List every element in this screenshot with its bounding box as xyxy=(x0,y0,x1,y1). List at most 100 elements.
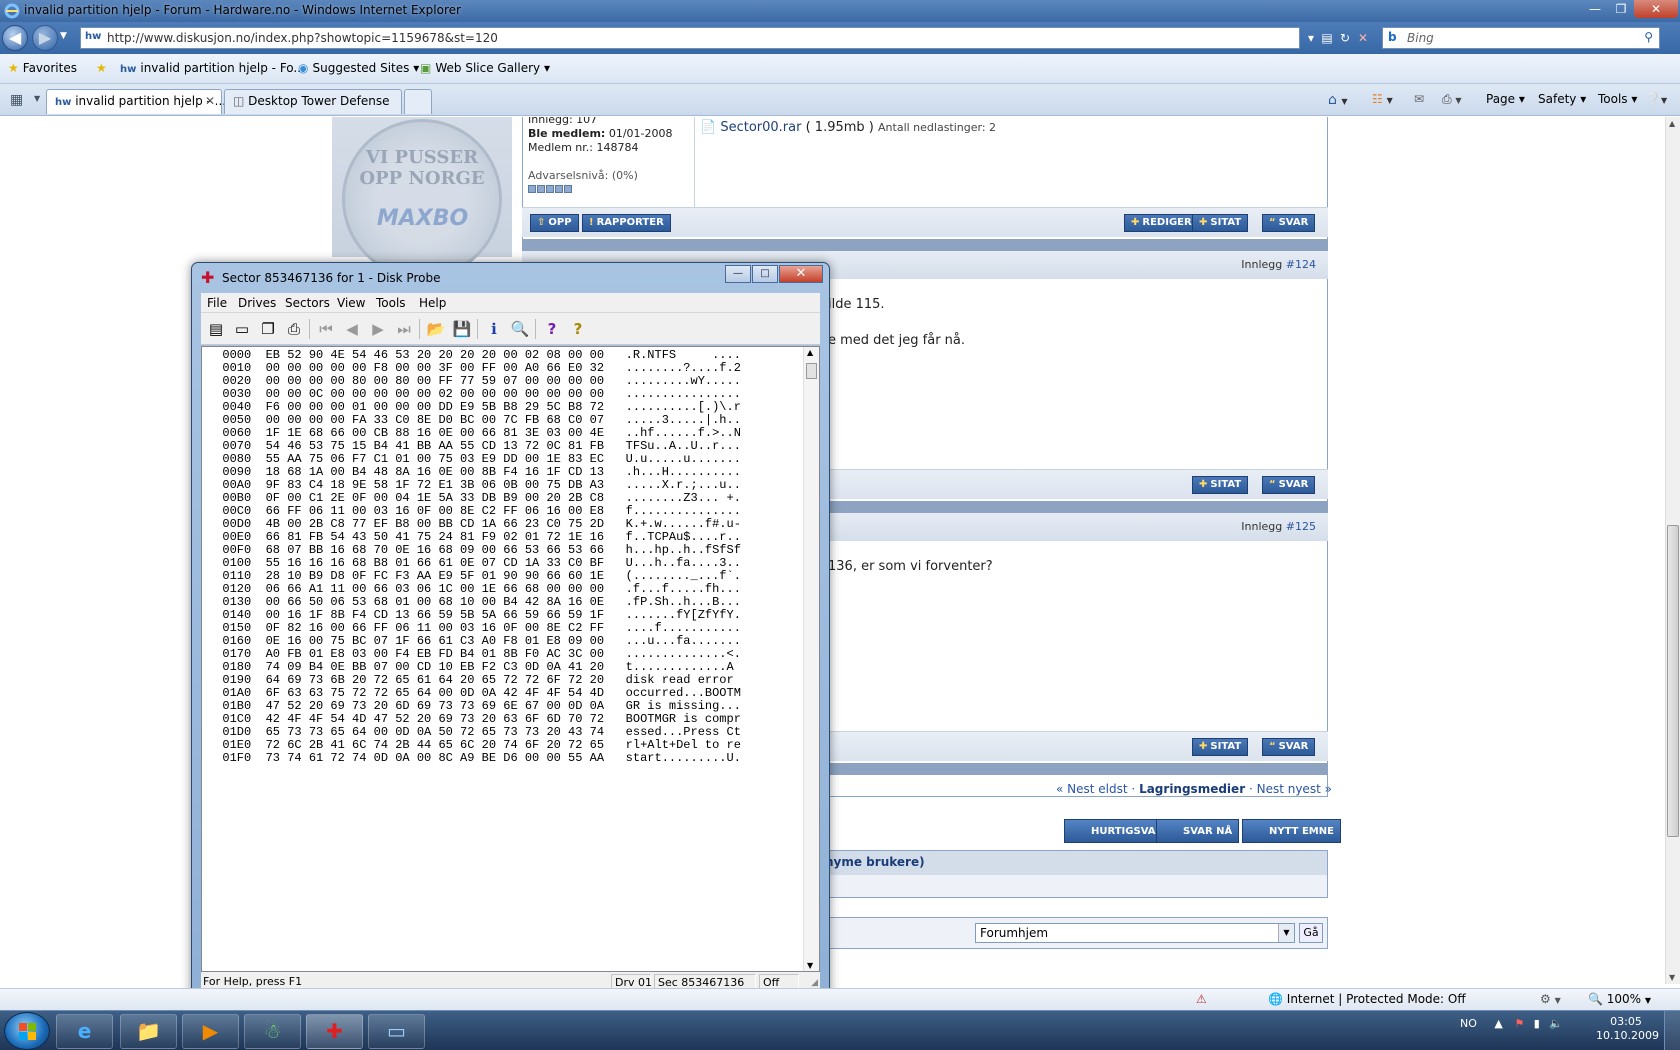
close-button[interactable]: ✕ xyxy=(779,265,823,283)
tab-close-icon[interactable]: ✕ xyxy=(205,94,215,108)
web-slice-gallery[interactable]: ▣ Web Slice Gallery ▾ xyxy=(420,61,550,75)
info-icon[interactable]: ℹ xyxy=(483,318,505,340)
action-center-icon[interactable]: ⚑ xyxy=(1514,1017,1524,1030)
scroll-up-icon[interactable]: ▲ xyxy=(807,348,813,357)
menu-file[interactable]: File xyxy=(207,296,227,310)
print-icon[interactable]: ⎙ ▼ xyxy=(1442,92,1462,107)
fav-link-forum[interactable]: hw invalid partition hjelp - Fo... xyxy=(120,61,305,75)
maximize-button[interactable]: ❐ xyxy=(1608,0,1634,18)
menu-help[interactable]: Help xyxy=(419,296,446,310)
back-button[interactable]: ◀ xyxy=(2,25,28,51)
reply-button[interactable]: “SVAR xyxy=(1262,738,1316,756)
category-link[interactable]: Lagringsmedier xyxy=(1139,782,1245,796)
zone-status[interactable]: 🌐 Internet | Protected Mode: Off xyxy=(1268,992,1466,1006)
scroll-up-icon[interactable]: ▲ xyxy=(1669,119,1675,128)
menu-sectors[interactable]: Sectors xyxy=(285,296,330,310)
chevron-down-icon[interactable]: ▼ xyxy=(1278,924,1294,942)
scroll-down-icon[interactable]: ▼ xyxy=(1669,973,1675,982)
new-topic-button[interactable]: NYTT EMNE xyxy=(1242,819,1341,843)
feeds-icon[interactable]: ☷ ▼ xyxy=(1372,92,1393,106)
new-tab-button[interactable] xyxy=(404,89,432,114)
disk-probe-titlebar[interactable]: ✚ Sector 853467136 for 1 - Disk Probe — … xyxy=(192,263,829,293)
menu-view[interactable]: View xyxy=(337,296,365,310)
forward-button[interactable]: ▶ xyxy=(32,25,58,51)
quote-button[interactable]: ✚ SITAT xyxy=(1192,476,1249,494)
post-number-link[interactable]: #125 xyxy=(1286,520,1316,533)
report-button[interactable]: ! RAPPORTER xyxy=(582,214,671,232)
search-icon[interactable]: ⚲ xyxy=(1644,30,1653,44)
scrollbar-thumb[interactable] xyxy=(806,363,817,379)
taskbar-media-player-icon[interactable]: ▶ xyxy=(182,1014,239,1049)
zoom-control[interactable]: 🔍 100% ▼ xyxy=(1588,992,1651,1006)
menu-drives[interactable]: Drives xyxy=(238,296,276,310)
recent-pages-dropdown-icon[interactable]: ▼ xyxy=(60,31,67,41)
menu-tools[interactable]: Tools xyxy=(376,296,406,310)
prev-topic-link[interactable]: « Nest eldst xyxy=(1056,782,1128,796)
next-topic-link[interactable]: Nest nyest » xyxy=(1257,782,1332,796)
minimize-button[interactable]: — xyxy=(725,265,751,283)
first-sector-icon[interactable]: ⏮ xyxy=(315,318,337,340)
zoom-icon[interactable]: 🔍 xyxy=(509,318,531,340)
refresh-icon[interactable]: ↻ xyxy=(1336,28,1354,48)
context-help-icon[interactable]: ? xyxy=(567,318,589,340)
help-icon[interactable]: ❔▼ xyxy=(1646,92,1667,106)
scrollbar-thumb[interactable] xyxy=(1667,525,1679,837)
quote-button[interactable]: ✚ SITAT xyxy=(1192,738,1249,756)
view-words-icon[interactable]: ▭ xyxy=(231,318,253,340)
go-button[interactable]: Gå xyxy=(1299,923,1323,943)
copy-icon[interactable]: ❐ xyxy=(257,318,279,340)
attachment-link[interactable]: Sector00.rar xyxy=(720,120,801,135)
previous-sector-icon[interactable]: ◀ xyxy=(341,318,363,340)
next-sector-icon[interactable]: ▶ xyxy=(367,318,389,340)
volume-icon[interactable]: 🔈 xyxy=(1549,1017,1563,1030)
favorites-button[interactable]: ★ Favorites xyxy=(8,61,77,75)
search-box[interactable]: b Bing ⚲ xyxy=(1382,27,1660,49)
page-menu[interactable]: Page ▾ xyxy=(1486,92,1525,106)
stop-icon[interactable]: ✕ xyxy=(1354,28,1372,48)
reply-button[interactable]: “SVAR xyxy=(1262,214,1316,232)
help-icon[interactable]: ? xyxy=(541,318,563,340)
quick-tabs-icon[interactable]: ▦ xyxy=(10,92,23,108)
tab-forum[interactable]: hw invalid partition hjelp - ... ✕ xyxy=(46,89,226,114)
start-button[interactable] xyxy=(4,1012,50,1050)
scroll-down-icon[interactable]: ▼ xyxy=(807,961,813,970)
taskbar-disk-probe-icon[interactable]: ✚ xyxy=(306,1014,363,1049)
add-favorite-icon[interactable]: ★ xyxy=(96,61,107,75)
forum-jump-select[interactable]: Forumhjem ▼ xyxy=(975,923,1295,943)
edit-button[interactable]: ✚ REDIGER xyxy=(1124,214,1199,232)
hex-view[interactable]: 0000 EB 52 90 4E 54 46 53 20 20 20 20 00… xyxy=(201,346,820,972)
tab-list-dropdown-icon[interactable]: ▼ xyxy=(34,94,40,103)
home-icon[interactable]: ⌂ ▼ xyxy=(1328,92,1348,108)
minimize-button[interactable]: — xyxy=(1582,0,1608,18)
page-scrollbar[interactable]: ▲ ▼ xyxy=(1665,117,1680,984)
language-indicator[interactable]: NO xyxy=(1460,1017,1477,1030)
quick-reply-button[interactable]: HURTIGSVAR xyxy=(1064,819,1171,843)
quote-button[interactable]: ✚ SITAT xyxy=(1192,214,1249,232)
opp-button[interactable]: ⇧ OPP xyxy=(530,214,579,232)
taskbar-app-icon[interactable]: ▭ xyxy=(368,1014,425,1049)
compatibility-view-icon[interactable]: ▤ xyxy=(1318,28,1336,48)
last-sector-icon[interactable]: ⏭ xyxy=(393,318,415,340)
print-icon[interactable]: ⎙ xyxy=(283,318,305,340)
reply-now-button[interactable]: SVAR NÅ xyxy=(1156,819,1240,843)
taskbar-explorer-icon[interactable]: 📁 xyxy=(120,1014,177,1049)
network-icon[interactable]: ▮ xyxy=(1534,1017,1540,1030)
reply-button[interactable]: “SVAR xyxy=(1262,476,1316,494)
clock[interactable]: 03:05 10.10.2009 xyxy=(1596,1015,1659,1043)
show-desktop-button[interactable] xyxy=(1664,1011,1680,1050)
save-icon[interactable]: 💾 xyxy=(451,318,473,340)
tools-menu[interactable]: Tools ▾ xyxy=(1598,92,1637,106)
hex-scrollbar[interactable]: ▲ ▼ xyxy=(803,347,819,971)
show-hidden-icons-icon[interactable]: ▲ xyxy=(1494,1017,1502,1030)
read-mail-icon[interactable]: ✉ xyxy=(1414,92,1424,106)
open-folder-icon[interactable]: 📂 xyxy=(425,318,447,340)
address-bar[interactable]: hw http://www.diskusjon.no/index.php?sho… xyxy=(80,27,1300,49)
taskbar-ie-icon[interactable]: e xyxy=(56,1014,113,1049)
safety-menu[interactable]: Safety ▾ xyxy=(1538,92,1586,106)
post-number-link[interactable]: #124 xyxy=(1286,258,1316,271)
popup-blocker-icon[interactable]: ⚠ xyxy=(1196,992,1207,1006)
protected-mode-icon[interactable]: ⚙ ▼ xyxy=(1540,992,1561,1006)
view-bytes-icon[interactable]: ▤ xyxy=(205,318,227,340)
maximize-button[interactable]: □ xyxy=(752,265,778,283)
taskbar-network-icon[interactable]: ☃ xyxy=(244,1014,301,1049)
